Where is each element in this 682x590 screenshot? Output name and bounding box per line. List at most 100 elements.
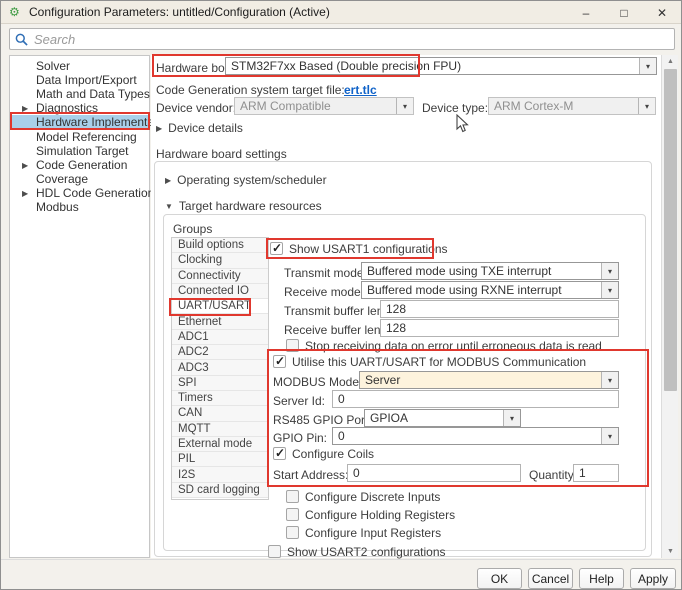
- server-id-label: Server Id:: [273, 394, 325, 408]
- quantity-label: Quantity:: [529, 468, 577, 482]
- server-id-input[interactable]: 0: [332, 390, 619, 408]
- footer-bar: OK Cancel Help Apply: [1, 559, 682, 590]
- checkbox-configure-discrete-inputs[interactable]: [286, 490, 299, 503]
- group-item-timers[interactable]: Timers: [172, 391, 268, 406]
- sidebar-item-simulation-target[interactable]: Simulation Target: [11, 144, 149, 158]
- transmit-buffer-input[interactable]: 128: [380, 300, 619, 318]
- group-item-build-options[interactable]: Build options: [172, 238, 268, 253]
- group-item-i2s[interactable]: I2S: [172, 467, 268, 482]
- chevron-down-icon[interactable]: [639, 58, 656, 74]
- group-item-adc1[interactable]: ADC1: [172, 330, 268, 345]
- target-file-label: Code Generation system target file:: [156, 83, 345, 97]
- sidebar-item-modbus[interactable]: Modbus: [11, 200, 149, 214]
- group-item-spi[interactable]: SPI: [172, 376, 268, 391]
- expand-arrow-icon[interactable]: [22, 161, 28, 170]
- configuration-parameters-window: ⚙ Configuration Parameters: untitled/Con…: [0, 0, 682, 590]
- sidebar-item-model-referencing[interactable]: Model Referencing: [11, 130, 149, 144]
- hardware-board-dropdown[interactable]: STM32F7xx Based (Double precision FPU): [225, 57, 657, 75]
- help-button[interactable]: Help: [579, 568, 624, 589]
- device-type-label: Device type:: [422, 101, 488, 115]
- checkbox-configure-holding-registers[interactable]: [286, 508, 299, 521]
- chevron-down-icon: [638, 98, 655, 114]
- group-item-mqtt[interactable]: MQTT: [172, 422, 268, 437]
- scroll-up-icon[interactable]: ▲: [662, 55, 679, 68]
- stop-receiving-label: Stop receiving data on error until erron…: [305, 339, 602, 353]
- receive-mode-label: Receive mode:: [284, 285, 364, 299]
- sidebar-item-diagnostics[interactable]: Diagnostics: [11, 101, 149, 115]
- chevron-down-icon: [396, 98, 413, 114]
- ok-button[interactable]: OK: [477, 568, 522, 589]
- start-address-label: Start Address:: [273, 468, 348, 482]
- minimize-button[interactable]: –: [567, 1, 605, 24]
- expand-arrow-icon[interactable]: [22, 104, 28, 113]
- close-button[interactable]: ✕: [643, 1, 681, 24]
- group-item-adc2[interactable]: ADC2: [172, 345, 268, 360]
- chevron-down-icon[interactable]: [601, 263, 618, 279]
- group-item-external-mode[interactable]: External mode: [172, 437, 268, 452]
- cancel-button[interactable]: Cancel: [528, 568, 573, 589]
- sidebar-item-solver[interactable]: Solver: [11, 59, 149, 73]
- rs485-gpio-port-dropdown[interactable]: GPIOA: [364, 409, 521, 427]
- expand-arrow-icon[interactable]: [156, 124, 162, 133]
- configure-holding-registers-label: Configure Holding Registers: [305, 508, 455, 522]
- scroll-down-icon[interactable]: ▼: [662, 545, 679, 558]
- group-item-connected-io[interactable]: Connected IO: [172, 284, 268, 299]
- sidebar-item-data-import-export[interactable]: Data Import/Export: [11, 73, 149, 87]
- configure-input-registers-label: Configure Input Registers: [305, 526, 441, 540]
- device-vendor-label: Device vendor:: [156, 101, 236, 115]
- maximize-button[interactable]: □: [605, 1, 643, 24]
- start-address-input[interactable]: 0: [347, 464, 521, 482]
- checkbox-show-usart2[interactable]: [268, 545, 281, 558]
- operating-system-scheduler-toggle[interactable]: Operating system/scheduler: [165, 173, 327, 187]
- group-item-pil[interactable]: PIL: [172, 452, 268, 467]
- sidebar-item-coverage[interactable]: Coverage: [11, 172, 149, 186]
- receive-buffer-input[interactable]: 128: [380, 319, 619, 337]
- gpio-pin-dropdown[interactable]: 0: [332, 427, 619, 445]
- transmit-mode-label: Transmit mode:: [284, 266, 367, 280]
- checkbox-show-usart1[interactable]: [270, 242, 283, 255]
- group-item-adc3[interactable]: ADC3: [172, 360, 268, 375]
- vertical-scrollbar[interactable]: ▲ ▼: [661, 55, 678, 558]
- receive-mode-dropdown[interactable]: Buffered mode using RXNE interrupt: [361, 281, 619, 299]
- groups-label: Groups: [173, 222, 212, 236]
- group-item-uart-usart[interactable]: UART/USART: [172, 299, 268, 314]
- search-icon: [15, 33, 28, 46]
- sidebar-item-hardware-implementation[interactable]: Hardware Implementation: [11, 115, 149, 129]
- group-item-sd-card-logging[interactable]: SD card logging: [172, 483, 268, 498]
- ert-tlc-link[interactable]: ert.tlc: [344, 83, 377, 97]
- simulink-settings-icon: ⚙: [9, 6, 22, 19]
- group-item-connectivity[interactable]: Connectivity: [172, 269, 268, 284]
- checkbox-stop-receiving[interactable]: [286, 339, 299, 352]
- hardware-board-settings-heading: Hardware board settings: [156, 147, 287, 161]
- transmit-mode-dropdown[interactable]: Buffered mode using TXE interrupt: [361, 262, 619, 280]
- configure-discrete-inputs-label: Configure Discrete Inputs: [305, 490, 440, 504]
- group-item-clocking[interactable]: Clocking: [172, 253, 268, 268]
- sidebar-item-math-data-types[interactable]: Math and Data Types: [11, 87, 149, 101]
- search-placeholder: Search: [34, 32, 75, 47]
- show-usart2-label: Show USART2 configurations: [287, 545, 446, 559]
- quantity-input[interactable]: 1: [573, 464, 619, 482]
- device-vendor-dropdown: ARM Compatible: [234, 97, 414, 115]
- group-item-ethernet[interactable]: Ethernet: [172, 314, 268, 329]
- sidebar-item-hdl-code-generation[interactable]: HDL Code Generation: [11, 186, 149, 200]
- sidebar-item-code-generation[interactable]: Code Generation: [11, 158, 149, 172]
- target-hardware-resources-toggle[interactable]: Target hardware resources: [165, 199, 322, 213]
- rs485-gpio-port-label: RS485 GPIO Port:: [273, 413, 372, 427]
- modbus-mode-dropdown[interactable]: Server: [359, 371, 619, 389]
- apply-button[interactable]: Apply: [630, 568, 676, 589]
- expand-arrow-icon[interactable]: [165, 176, 171, 185]
- scrollbar-thumb[interactable]: [664, 69, 677, 391]
- chevron-down-icon[interactable]: [601, 372, 618, 388]
- chevron-down-icon[interactable]: [601, 428, 618, 444]
- expand-arrow-icon[interactable]: [22, 189, 28, 198]
- checkbox-utilise-modbus[interactable]: [273, 355, 286, 368]
- checkbox-configure-coils[interactable]: [273, 447, 286, 460]
- chevron-down-icon[interactable]: [601, 282, 618, 298]
- device-details-toggle[interactable]: Device details: [156, 121, 243, 135]
- checkbox-configure-input-registers[interactable]: [286, 526, 299, 539]
- search-input[interactable]: Search: [9, 28, 675, 50]
- chevron-down-icon[interactable]: [503, 410, 520, 426]
- collapse-arrow-icon[interactable]: [165, 202, 173, 211]
- group-item-can[interactable]: CAN: [172, 406, 268, 421]
- titlebar: ⚙ Configuration Parameters: untitled/Con…: [1, 1, 681, 24]
